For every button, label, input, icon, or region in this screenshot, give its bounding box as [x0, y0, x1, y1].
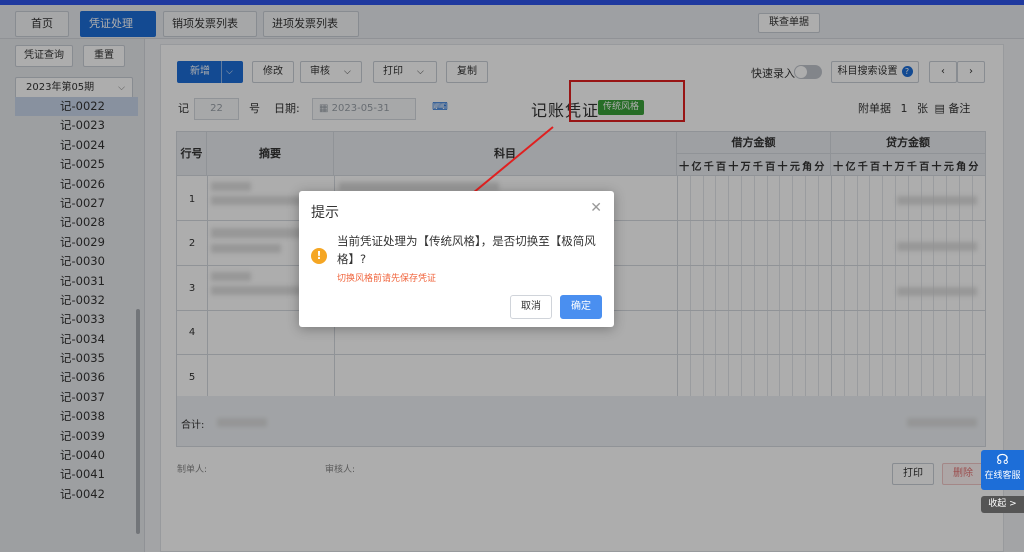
service-label: 在线客服 [984, 471, 1021, 481]
online-service-button[interactable]: ☊ 在线客服 [981, 450, 1024, 490]
close-icon[interactable]: ✕ [590, 200, 602, 216]
cancel-button[interactable]: 取消 [510, 295, 552, 319]
dialog-title: 提示 [311, 205, 339, 221]
dialog-message: 当前凭证处理为【传统风格】，是否切换至【极简风格】? [337, 234, 596, 266]
warning-icon: ! [311, 248, 327, 264]
confirm-button[interactable]: 确定 [560, 295, 602, 319]
headset-icon: ☊ [996, 452, 1009, 468]
switch-style-dialog: 提示 ✕ ! 当前凭证处理为【传统风格】，是否切换至【极简风格】? 切换风格前请… [299, 191, 614, 327]
collapse-button[interactable]: 收起 > [981, 496, 1024, 513]
dialog-note: 切换风格前请先保存凭证 [337, 274, 437, 284]
